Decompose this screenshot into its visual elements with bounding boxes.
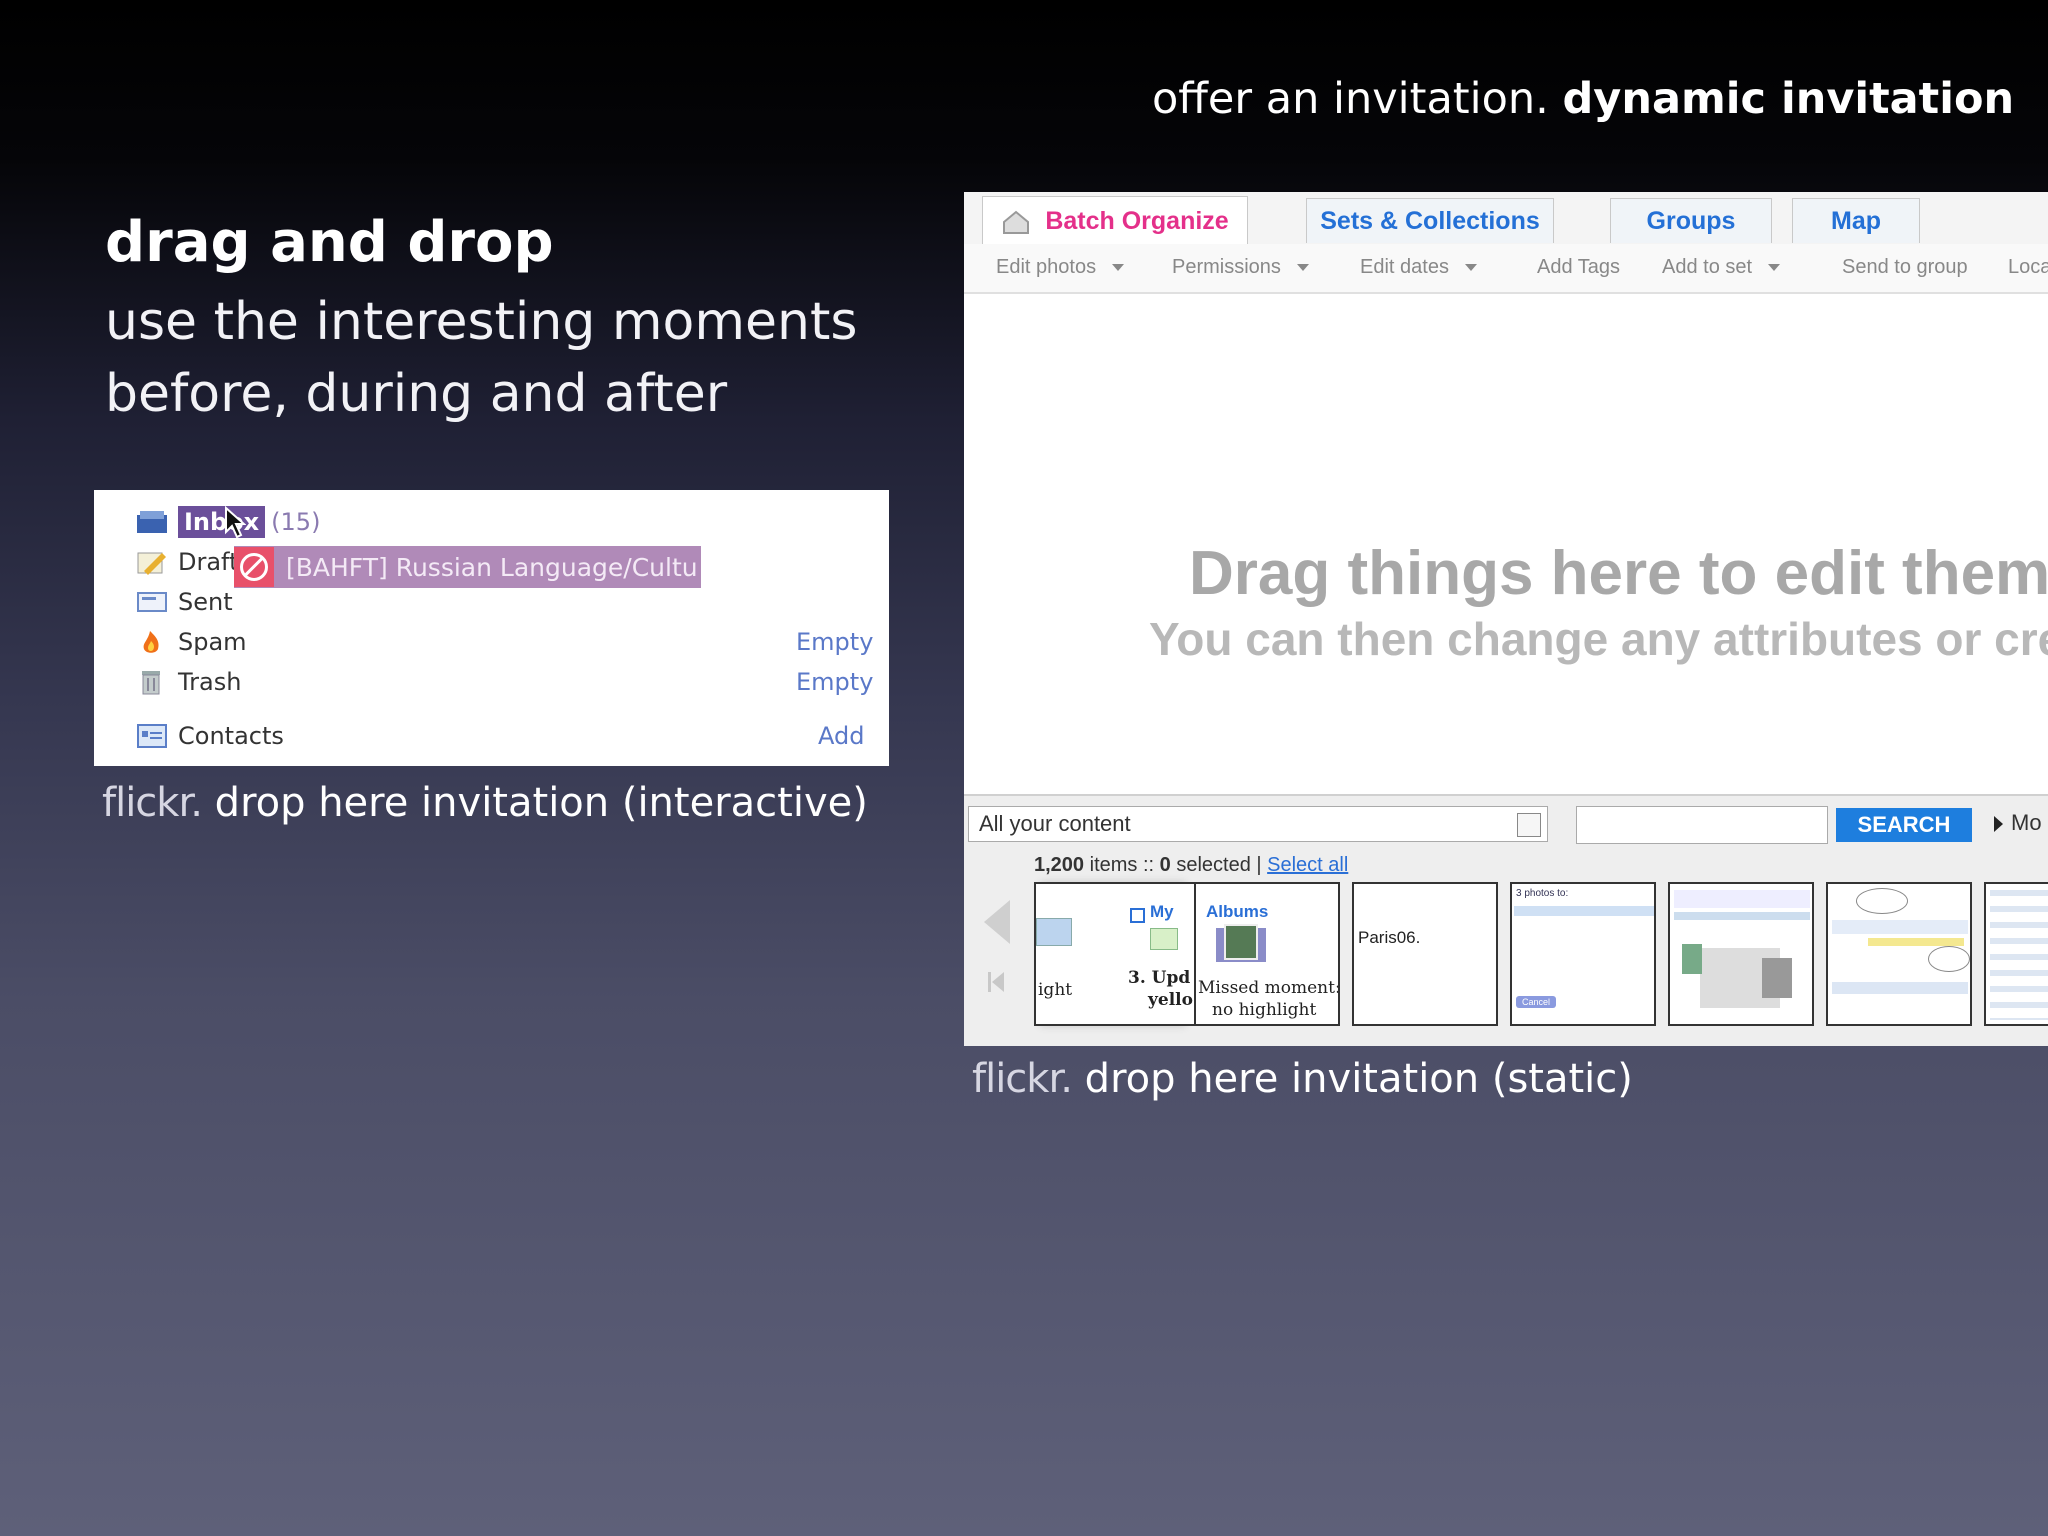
selection-status: 1,200 items :: 0 selected | Select all [1034,854,1348,877]
location-button[interactable]: Loca [2008,256,2048,279]
edit-dates-label: Edit dates [1360,256,1449,278]
thumb-3-title: Albums [1206,902,1269,921]
more-options-toggle[interactable]: Mo [1994,810,2042,836]
photo-thumbnail-8[interactable] [1984,882,2048,1026]
folder-spam[interactable]: Spam Empty [136,624,886,660]
cursor-icon [225,506,246,539]
thumb-3-text-a: Missed moment: [1198,978,1340,998]
flickr-organizer: Batch Organize Sets & Collections Groups… [964,192,2048,1046]
selected-label: selected | [1176,854,1262,876]
batch-toolbar: Edit photos Permissions Edit dates Add T… [964,244,2048,294]
sent-icon [136,589,168,615]
trash-empty-link[interactable]: Empty [796,668,873,696]
thumb-4-text: Paris06. [1358,928,1421,947]
drop-invitation-subtext: You can then change any attributes or cr… [1149,613,2048,665]
trash-label: Trash [178,668,242,696]
drop-invitation-text: Drag things here to edit them a [1189,539,2048,608]
thumb-2-text-a: 3. Upd [1128,968,1191,988]
chevron-down-icon [1464,264,1477,272]
tab-map[interactable]: Map [1792,198,1920,243]
drag-ghost-text: [BAHFT] Russian Language/Cultu [286,552,698,582]
photo-thumbnail-6[interactable] [1668,882,1814,1026]
previous-arrow-icon[interactable] [984,900,1010,944]
photo-thumbnail-7[interactable] [1826,882,1972,1026]
slide-heading: offer an invitation. dynamic invitation [1152,74,2014,124]
spam-empty-link[interactable]: Empty [796,628,873,656]
spam-label: Spam [178,628,247,656]
items-label: items :: [1089,854,1155,876]
no-drop-icon [234,547,274,587]
inbox-icon [136,509,168,535]
tab-sets-collections[interactable]: Sets & Collections [1306,198,1554,243]
chevron-down-icon [1296,264,1309,272]
drafts-label: Draft [178,548,239,576]
first-page-icon[interactable] [988,972,1004,992]
dropdown-handle-icon [1517,813,1541,837]
inbox-count: (15) [271,508,321,536]
left-subtitle-line1: use the interesting moments [105,292,858,352]
caption-static-text: drop here invitation (static) [1084,1056,1633,1102]
caption-interactive: flickr. drop here invitation (interactiv… [102,780,868,826]
photo-thumbnail-4[interactable]: Paris06. [1352,882,1498,1026]
drafts-icon [136,549,168,575]
chevron-down-icon [1768,264,1781,272]
tab-batch-organize-label: Batch Organize [1045,207,1229,235]
left-subtitle: use the interesting moments before, duri… [105,286,857,430]
edit-photos-menu[interactable]: Edit photos [996,256,1125,279]
folder-drafts[interactable]: Draft [136,544,239,580]
caption-static-brand: flickr. [972,1056,1073,1102]
folder-inbox[interactable]: Inbox (15) [136,504,320,540]
heading-light: offer an invitation. [1152,74,1549,124]
folder-contacts[interactable]: Contacts Add [136,718,886,754]
content-filter-value: All your content [979,811,1131,836]
left-title: drag and drop [105,210,554,275]
thumb-5-text: 3 photos to: [1516,888,1569,899]
tab-batch-organize[interactable]: Batch Organize [982,196,1248,246]
search-input[interactable] [1576,806,1828,844]
tab-groups[interactable]: Groups [1610,198,1772,243]
permissions-menu[interactable]: Permissions [1172,256,1309,279]
content-filter-select[interactable]: All your content [968,806,1548,842]
caption-interactive-text: drop here invitation (interactive) [214,780,868,826]
heading-bold: dynamic invitation [1562,74,2015,124]
items-count: 1,200 [1034,854,1085,876]
folder-trash[interactable]: Trash Empty [136,664,886,700]
contacts-label: Contacts [178,722,284,750]
send-to-group-button[interactable]: Send to group [1842,256,1968,279]
photo-thumbnail-2[interactable]: My 3. Upd yello [1124,882,1200,1026]
add-to-set-label: Add to set [1662,256,1753,278]
thumb-3-text-b: no highlight [1212,1000,1317,1020]
folder-sent[interactable]: Sent [136,584,233,620]
thumb-2-text-b: yello [1148,990,1193,1010]
thumb-1-text: ight [1038,980,1073,1000]
caption-static: flickr. drop here invitation (static) [972,1056,1633,1102]
thumb-5-button: Cancel [1516,996,1557,1008]
photo-thumbnail-5[interactable]: 3 photos to: Cancel [1510,882,1656,1026]
caption-interactive-brand: flickr. [102,780,203,826]
spam-icon [136,629,168,655]
edit-photos-label: Edit photos [996,256,1097,278]
search-button[interactable]: SEARCH [1836,808,1972,842]
sent-label: Sent [178,588,233,616]
home-icon [1003,210,1030,234]
photo-thumbnail-3[interactable]: Albums 3 Missed moment: no highlight [1194,882,1340,1026]
tab-bar: Batch Organize Sets & Collections Groups… [964,192,2048,246]
trash-icon [136,669,168,695]
mail-folder-panel: Inbox (15) Draft [BAHFT] Russian Languag… [94,490,889,766]
thumb-2-title: My [1150,902,1174,921]
add-to-set-menu[interactable]: Add to set [1662,256,1781,279]
permissions-label: Permissions [1172,256,1281,278]
add-tags-button[interactable]: Add Tags [1537,256,1620,279]
thumb-3-badge: 3 [1276,932,1286,951]
drag-ghost-message: [BAHFT] Russian Language/Cultu [234,546,701,588]
edit-dates-menu[interactable]: Edit dates [1360,256,1477,279]
photo-stream-bar: All your content SEARCH Mo 1,200 items :… [964,794,2048,1046]
contacts-add-link[interactable]: Add [818,722,864,750]
left-subtitle-line2: before, during and after [105,364,728,424]
contacts-icon [136,723,168,749]
inbox-label: Inbox [178,506,266,538]
select-all-link[interactable]: Select all [1267,854,1348,876]
selected-count: 0 [1159,854,1171,876]
chevron-down-icon [1112,264,1125,272]
